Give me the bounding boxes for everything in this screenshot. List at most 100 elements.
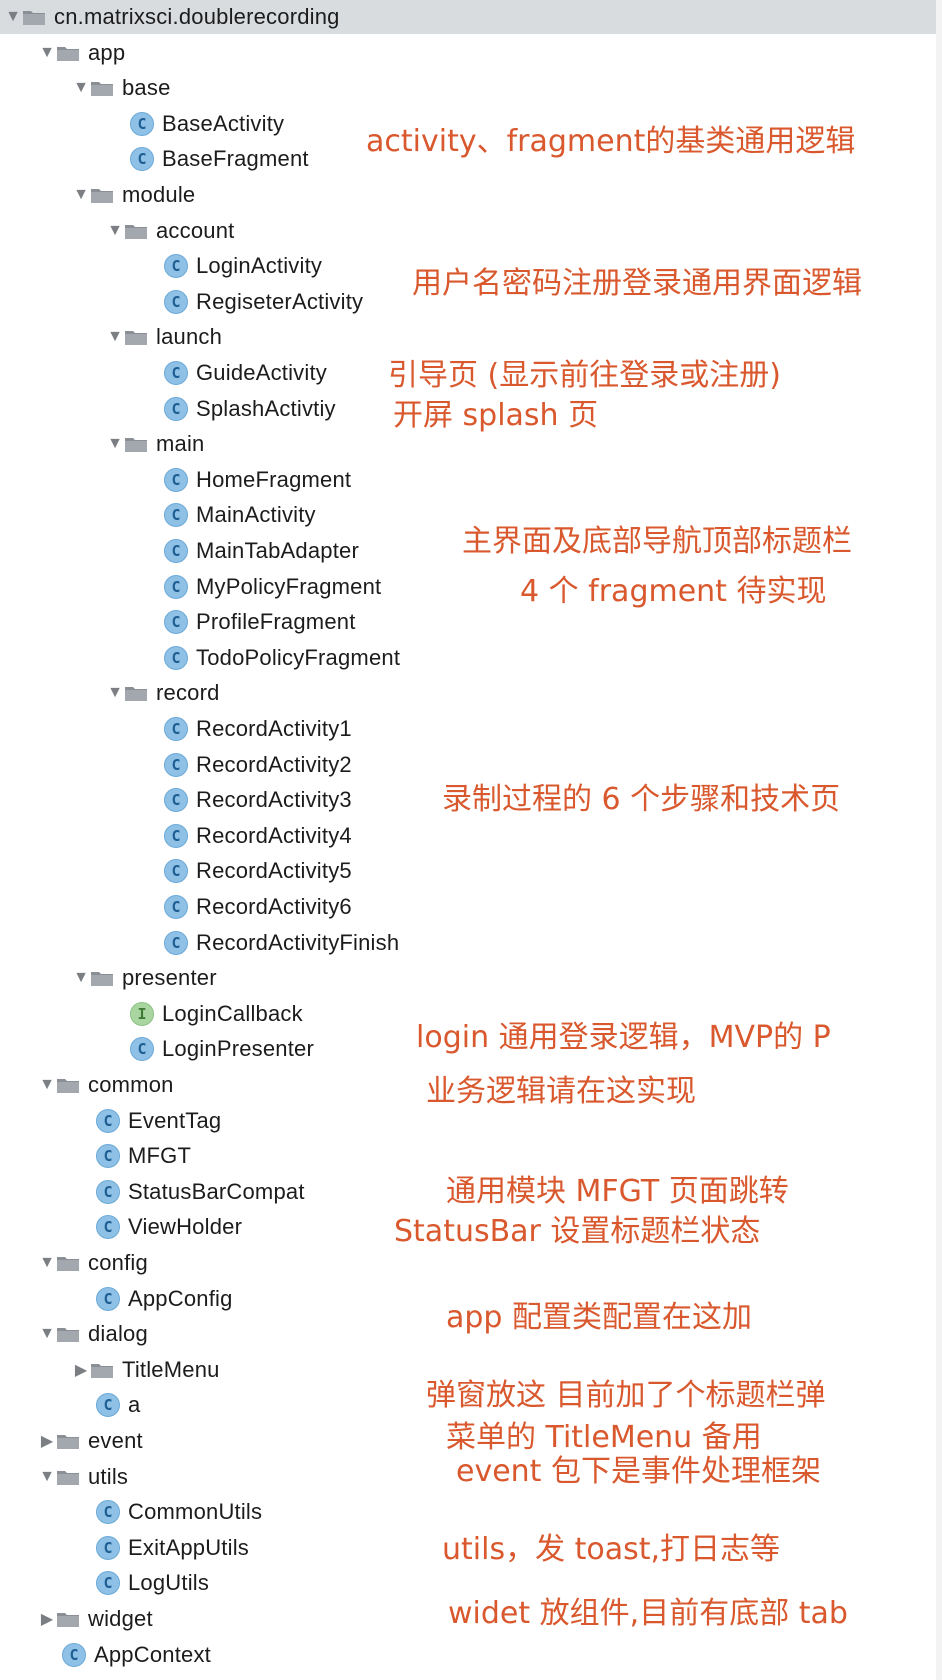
tree-file-row[interactable]: C RecordActivity5 (0, 854, 942, 888)
tree-file-row[interactable]: C RecordActivityFinish (0, 926, 942, 960)
class-icon: C (164, 254, 188, 279)
chevron-right-icon[interactable]: ▶ (72, 1353, 90, 1387)
class-icon: C (130, 111, 154, 136)
folder-icon (56, 1468, 80, 1486)
folder-icon (124, 684, 148, 702)
arrow-spacer (140, 605, 158, 639)
tree-folder-row[interactable]: ▼ record (0, 676, 942, 710)
class-icon: C (96, 1286, 120, 1311)
chevron-down-icon[interactable]: ▼ (38, 1246, 56, 1280)
tree-file-row[interactable]: C ProfileFragment (0, 605, 942, 639)
annotation-widget: widet 放组件,目前有底部 tab (448, 1596, 848, 1631)
chevron-down-icon[interactable]: ▼ (38, 1068, 56, 1102)
annotation-presenter: login 通用登录逻辑，MVP的 P (416, 1020, 831, 1055)
tree-item-label: ProfileFragment (196, 609, 356, 635)
chevron-down-icon[interactable]: ▼ (106, 214, 124, 248)
folder-icon (56, 1432, 80, 1450)
class-icon: C (96, 1393, 120, 1418)
tree-item-label: account (156, 217, 235, 243)
tree-item-label: LoginPresenter (162, 1036, 315, 1062)
tree-item-label: record (156, 680, 220, 706)
class-icon: C (164, 895, 188, 919)
chevron-down-icon[interactable]: ▼ (38, 1460, 56, 1494)
tree-folder-row[interactable]: ▼ base (0, 71, 942, 105)
tree-folder-row[interactable]: ▼ app (0, 36, 942, 70)
tree-folder-row[interactable]: ▼ module (0, 178, 942, 212)
tree-file-row[interactable]: C TodoPolicyFragment (0, 641, 942, 675)
chevron-down-icon[interactable]: ▼ (72, 71, 90, 105)
annotation-event: event 包下是事件处理框架 (456, 1454, 821, 1489)
folder-icon (90, 969, 114, 987)
arrow-spacer (140, 249, 158, 283)
tree-folder-row[interactable]: ▼ account (0, 214, 942, 248)
tree-file-row[interactable]: C RecordActivity6 (0, 890, 942, 924)
class-icon: C (164, 645, 188, 670)
tree-item-label: MyPolicyFragment (196, 573, 382, 599)
class-icon: C (164, 930, 188, 955)
tree-item-label: RecordActivity6 (196, 894, 352, 919)
tree-file-row[interactable]: C AppContext (0, 1638, 942, 1672)
chevron-down-icon[interactable]: ▼ (4, 0, 22, 34)
arrow-spacer (140, 748, 158, 782)
arrow-spacer (72, 1210, 90, 1244)
chevron-down-icon[interactable]: ▼ (72, 178, 90, 212)
arrow-spacer (140, 926, 158, 960)
annotation-account: 用户名密码注册登录通用界面逻辑 (412, 266, 862, 301)
tree-item-label: module (122, 182, 196, 207)
annotation-guide: 引导页 (显示前往登录或注册) (388, 358, 781, 393)
class-icon: C (62, 1642, 86, 1667)
class-icon: C (130, 147, 154, 172)
folder-icon (56, 1254, 80, 1272)
annotation-main: 主界面及底部导航顶部标题栏 (462, 524, 852, 559)
tree-folder-row[interactable]: ▼ presenter (0, 961, 942, 995)
tree-item-label: RecordActivity5 (196, 858, 352, 884)
class-icon: C (164, 788, 188, 813)
tree-file-row[interactable]: C RecordActivity4 (0, 819, 942, 853)
tree-item-label: LoginActivity (196, 253, 323, 279)
tree-item-label: HomeFragment (196, 466, 352, 492)
chevron-down-icon[interactable]: ▼ (72, 961, 90, 995)
arrow-spacer (106, 142, 124, 176)
chevron-right-icon[interactable]: ▶ (38, 1602, 56, 1636)
tree-folder-row[interactable]: ▼ config (0, 1246, 942, 1280)
tree-folder-row[interactable]: ▼ cn.matrixsci.doublerecording (0, 0, 942, 34)
arrow-spacer (140, 392, 158, 426)
arrow-spacer (140, 534, 158, 568)
class-icon: C (96, 1179, 120, 1204)
arrow-spacer (140, 570, 158, 604)
arrow-spacer (140, 285, 158, 319)
class-icon: C (96, 1108, 120, 1133)
chevron-down-icon[interactable]: ▼ (106, 676, 124, 710)
tree-item-label: event (88, 1428, 143, 1453)
tree-item-label: main (156, 431, 205, 457)
arrow-spacer (38, 1638, 56, 1672)
arrow-spacer (140, 498, 158, 532)
class-icon: C (164, 467, 188, 492)
folder-icon (22, 8, 46, 26)
class-icon: C (164, 289, 188, 314)
tree-item-label: presenter (122, 965, 217, 991)
tree-item-label: MainTabAdapter (196, 538, 360, 563)
class-icon: C (164, 823, 188, 848)
chevron-down-icon[interactable]: ▼ (38, 1317, 56, 1351)
chevron-down-icon[interactable]: ▼ (106, 427, 124, 461)
arrow-spacer (106, 1032, 124, 1066)
tree-item-label: widget (88, 1606, 153, 1631)
class-icon: C (164, 859, 188, 884)
tree-item-label: RecordActivity1 (196, 716, 352, 741)
tree-item-label: BaseActivity (162, 110, 285, 136)
tree-item-label: utils (88, 1463, 129, 1489)
chevron-down-icon[interactable]: ▼ (38, 36, 56, 70)
tree-file-row[interactable]: C RecordActivity1 (0, 712, 942, 746)
scrollbar[interactable] (936, 0, 942, 1680)
class-icon: C (96, 1535, 120, 1560)
tree-file-row[interactable]: C HomeFragment (0, 463, 942, 497)
chevron-right-icon[interactable]: ▶ (38, 1424, 56, 1458)
annotation-config: app 配置类配置在这加 (446, 1300, 753, 1335)
tree-item-label: ViewHolder (128, 1214, 243, 1240)
class-icon: C (96, 1215, 120, 1240)
chevron-down-icon[interactable]: ▼ (106, 320, 124, 354)
class-icon: C (164, 396, 188, 421)
annotation-splash: 开屏 splash 页 (393, 398, 599, 433)
folder-icon (124, 328, 148, 346)
